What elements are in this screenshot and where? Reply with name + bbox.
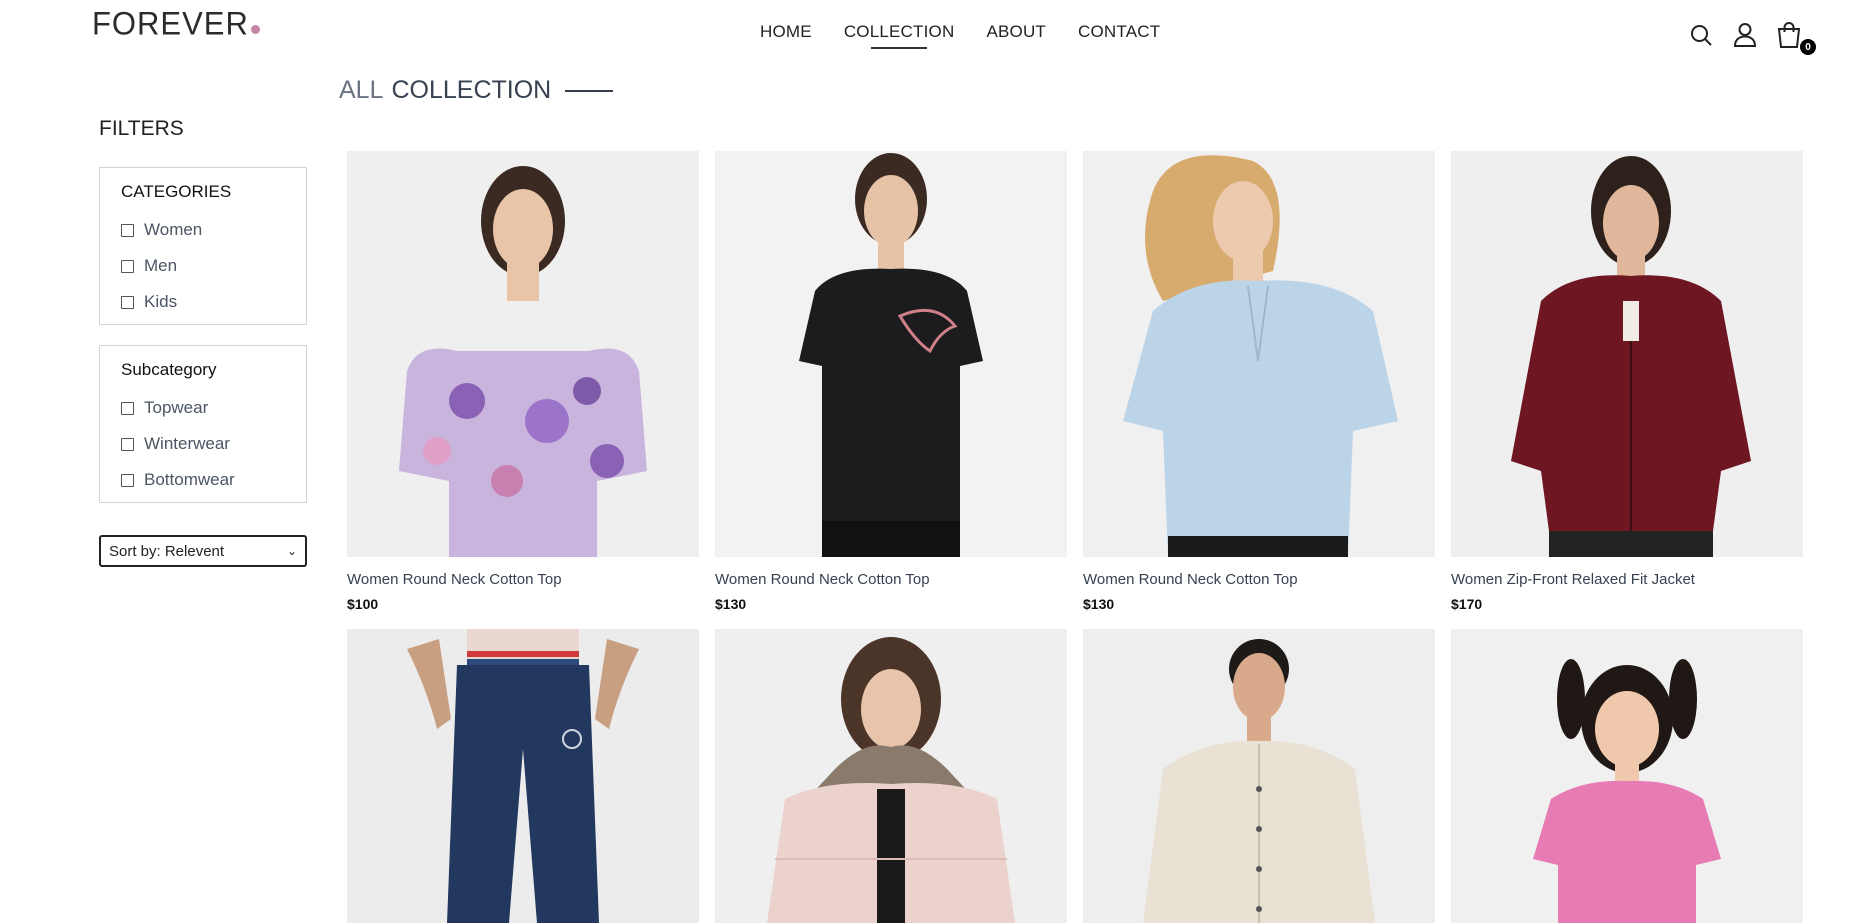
filter-option-kids[interactable]: Kids — [121, 284, 306, 320]
product-price: $100 — [347, 596, 379, 612]
sort-select[interactable]: Sort by: Relevent ⌄ — [99, 535, 307, 567]
subcategory-title: Subcategory — [121, 360, 217, 379]
checkbox[interactable] — [121, 295, 134, 309]
product-card[interactable] — [1083, 629, 1435, 923]
filter-option-men[interactable]: Men — [121, 248, 306, 284]
nav-home[interactable]: HOME — [760, 22, 812, 42]
product-photo-printed-shirt — [1143, 639, 1375, 923]
product-price: $130 — [1083, 596, 1115, 612]
product-image[interactable] — [1083, 629, 1435, 923]
product-price: $130 — [715, 596, 747, 612]
brand-logo[interactable]: FOREVER — [92, 5, 260, 42]
cart-icon[interactable] — [1776, 21, 1802, 49]
filter-option-label: Women — [144, 220, 203, 239]
product-image[interactable] — [1451, 151, 1803, 557]
filter-option-winterwear[interactable]: Winterwear — [121, 426, 306, 462]
nav-contact[interactable]: CONTACT — [1078, 22, 1160, 42]
product-card[interactable]: Women Round Neck Cotton Top $130 — [1083, 151, 1435, 612]
product-photo-blue-shirt — [1123, 155, 1398, 557]
product-name[interactable]: Women Round Neck Cotton Top — [1083, 571, 1435, 588]
product-price: $170 — [1451, 596, 1483, 612]
chevron-down-icon: ⌄ — [286, 544, 297, 558]
product-name[interactable]: Women Round Neck Cotton Top — [715, 571, 1067, 588]
title-underline — [565, 89, 614, 92]
main-nav: HOME COLLECTION ABOUT CONTACT — [760, 22, 1160, 49]
product-photo-floral-top — [399, 166, 647, 557]
filter-option-women[interactable]: Women — [121, 212, 306, 248]
profile-icon[interactable] — [1733, 22, 1757, 48]
filter-option-bottomwear[interactable]: Bottomwear — [121, 462, 306, 498]
filter-option-label: Topwear — [144, 398, 209, 417]
product-photo-maroon-jacket — [1511, 156, 1751, 557]
product-name[interactable]: Women Zip-Front Relaxed Fit Jacket — [1451, 571, 1803, 588]
product-image[interactable] — [1451, 629, 1803, 923]
product-image[interactable] — [715, 629, 1067, 923]
sort-selected-value: Sort by: Relevent — [109, 542, 225, 560]
filter-option-label: Winterwear — [144, 434, 230, 453]
cart-count-badge: 0 — [1800, 39, 1816, 55]
product-photo-navy-joggers — [407, 629, 639, 923]
product-card[interactable]: Women Zip-Front Relaxed Fit Jacket $170 — [1451, 151, 1803, 612]
checkbox[interactable] — [121, 259, 134, 273]
categories-filter: CATEGORIES Women Men Kids — [99, 167, 307, 325]
search-icon[interactable] — [1689, 23, 1713, 47]
product-photo-pink-kids-top — [1533, 659, 1721, 923]
filter-option-label: Kids — [144, 292, 178, 311]
product-photo-black-tee — [799, 153, 983, 557]
logo-dot — [250, 25, 260, 34]
product-image[interactable] — [347, 629, 699, 923]
title-all: ALL — [339, 76, 384, 104]
product-card[interactable] — [715, 629, 1067, 923]
filter-option-label: Men — [144, 256, 178, 275]
nav-about[interactable]: ABOUT — [986, 22, 1046, 42]
logo-text: FOREVER — [92, 5, 249, 42]
page-title: ALL COLLECTION — [339, 76, 614, 105]
product-photo-pink-puffer — [767, 637, 1015, 923]
product-image[interactable] — [347, 151, 699, 557]
product-image[interactable] — [715, 151, 1067, 557]
filter-option-topwear[interactable]: Topwear — [121, 390, 306, 426]
checkbox[interactable] — [121, 473, 134, 487]
checkbox[interactable] — [121, 401, 134, 415]
categories-title: CATEGORIES — [121, 182, 232, 201]
filters-heading[interactable]: FILTERS — [99, 117, 184, 141]
product-image[interactable] — [1083, 151, 1435, 557]
product-name[interactable]: Women Round Neck Cotton Top — [347, 571, 699, 588]
checkbox[interactable] — [121, 437, 134, 451]
checkbox[interactable] — [121, 223, 134, 237]
product-card[interactable]: Women Round Neck Cotton Top $100 — [347, 151, 699, 612]
product-card[interactable] — [347, 629, 699, 923]
nav-collection[interactable]: COLLECTION — [844, 22, 955, 49]
product-card[interactable] — [1451, 629, 1803, 923]
site-header: FOREVER HOME COLLECTION ABOUT CONTACT 0 — [0, 0, 1869, 68]
subcategory-filter: Subcategory Topwear Winterwear Bottomwea… — [99, 345, 307, 503]
title-collection: COLLECTION — [391, 76, 552, 104]
product-card[interactable]: Women Round Neck Cotton Top $130 — [715, 151, 1067, 612]
filter-option-label: Bottomwear — [144, 470, 235, 489]
